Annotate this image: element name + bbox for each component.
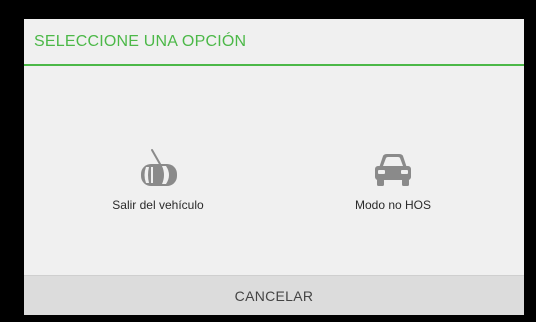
option-dialog: SELECCIONE UNA OPCIÓN Salir del vehículo [24, 19, 524, 315]
option-label-exit-vehicle: Salir del vehículo [112, 198, 204, 212]
option-no-hos-mode[interactable]: Modo no HOS [303, 146, 483, 226]
car-front-icon [375, 154, 411, 186]
car-door-open-icon [141, 149, 177, 186]
dialog-title: SELECCIONE UNA OPCIÓN [34, 33, 247, 50]
cancel-button-label: CANCELAR [234, 288, 314, 304]
cancel-button[interactable]: CANCELAR [24, 275, 524, 315]
screen: SELECCIONE UNA OPCIÓN Salir del vehículo [0, 0, 536, 322]
options-area: Salir del vehículo Modo no HOS [24, 66, 524, 275]
option-label-no-hos-mode: Modo no HOS [354, 198, 432, 212]
option-exit-vehicle[interactable]: Salir del vehículo [68, 146, 248, 226]
